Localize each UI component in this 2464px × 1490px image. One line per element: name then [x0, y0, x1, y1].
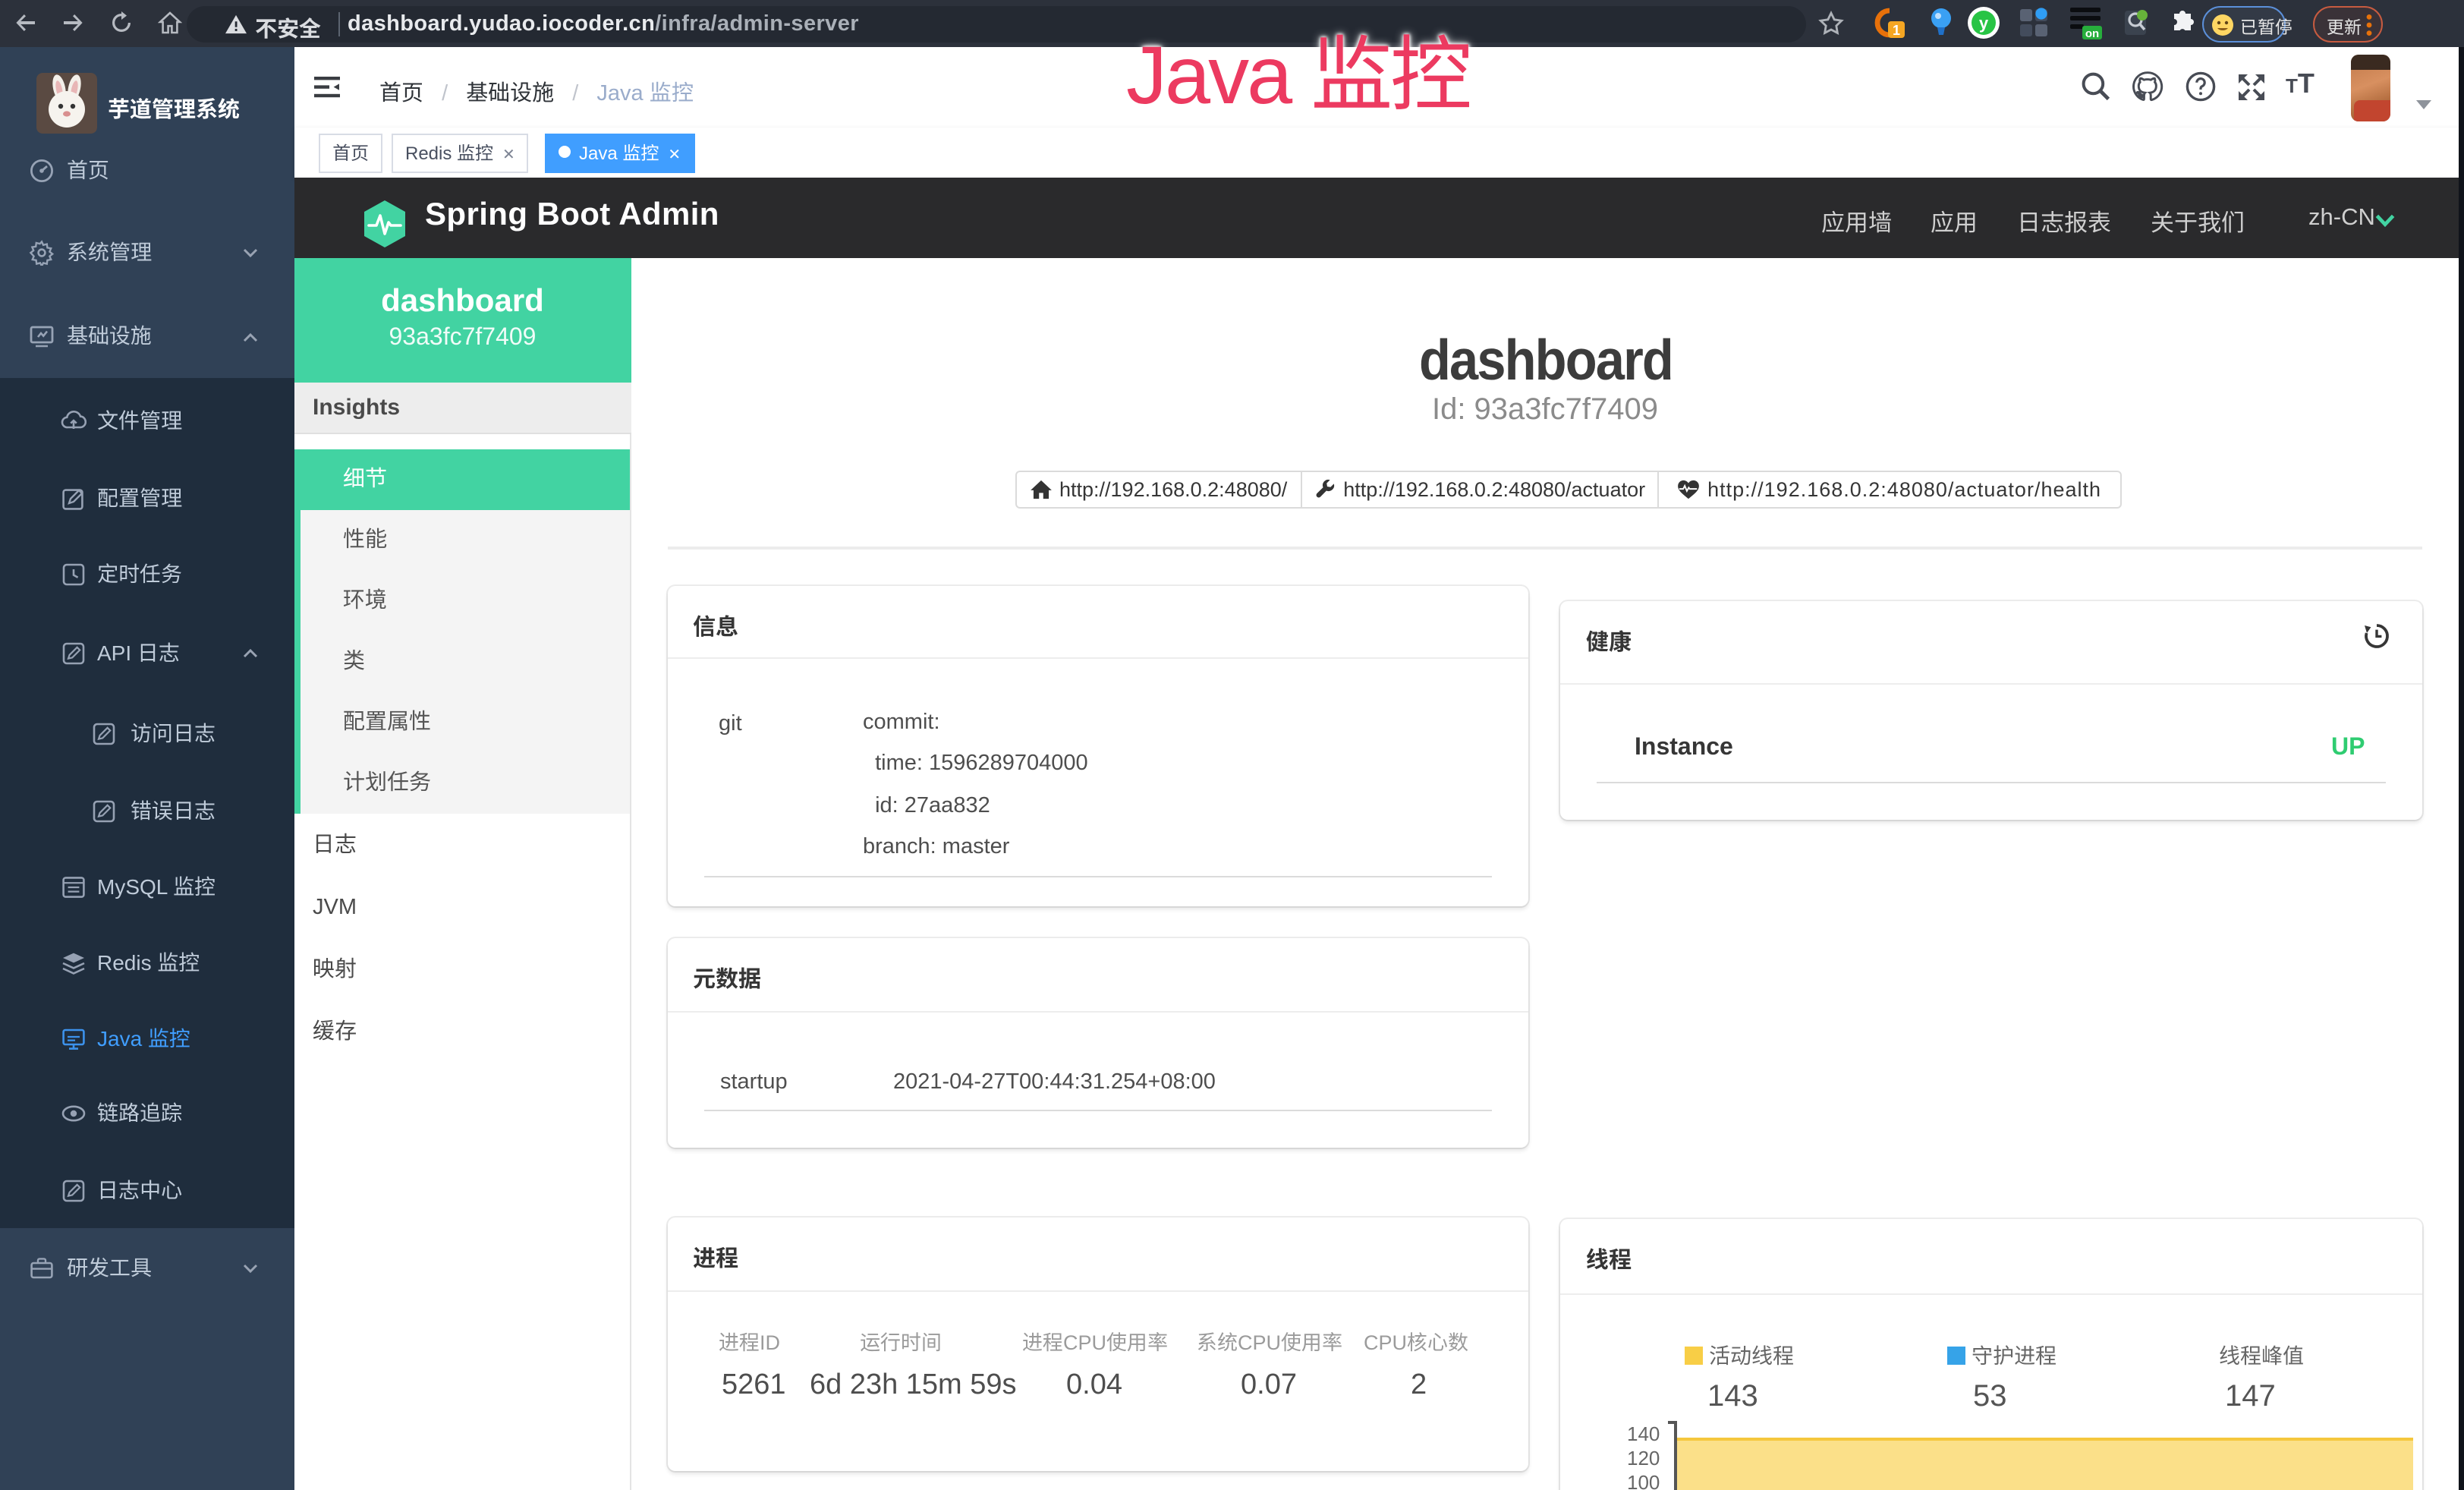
svg-text:on: on	[2085, 27, 2099, 40]
svg-text:y: y	[1979, 14, 1989, 33]
svg-text:1: 1	[1893, 23, 1900, 38]
